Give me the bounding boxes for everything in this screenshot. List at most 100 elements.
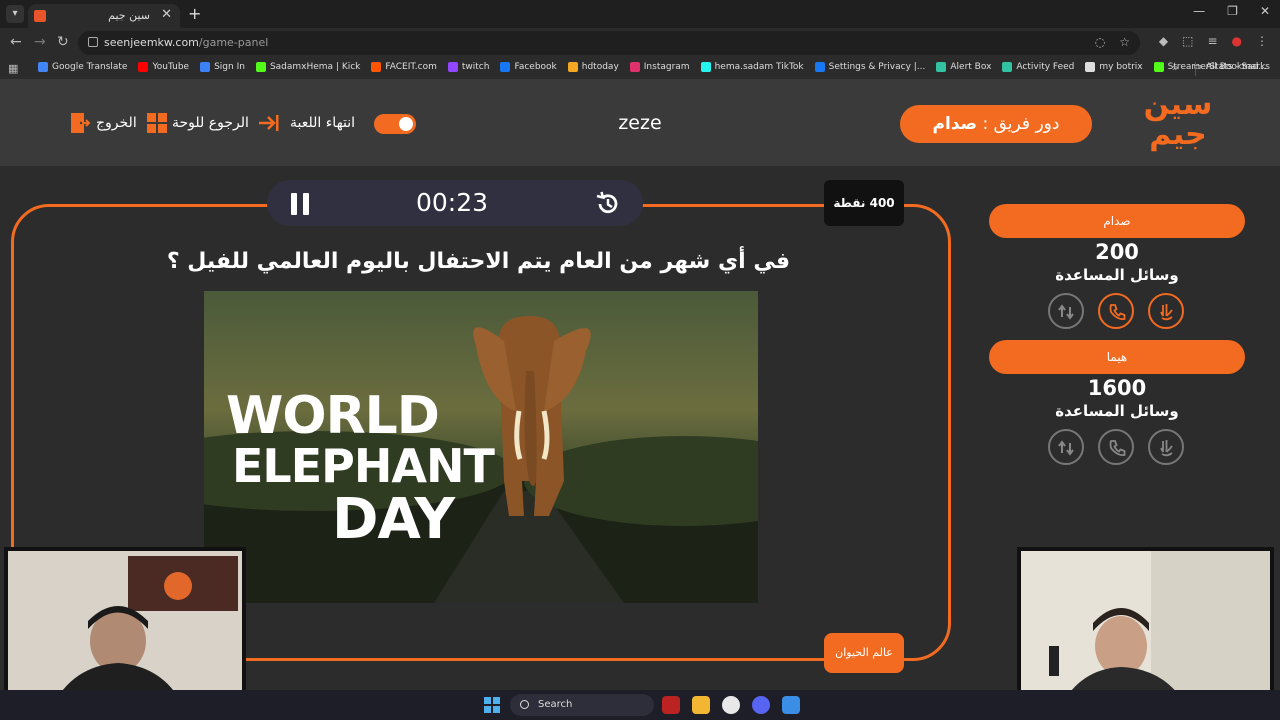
bookmark-label: my botrix — [1099, 62, 1143, 72]
bookmark-item[interactable]: Settings & Privacy |... — [814, 62, 925, 72]
new-tab-button[interactable]: + — [188, 4, 201, 23]
extensions-puzzle-icon[interactable]: ⬚ — [1182, 34, 1193, 48]
team-turn-pill: دور فريق : صدام — [900, 105, 1092, 143]
bookmark-item[interactable]: Sign In — [200, 62, 245, 72]
bookmark-label: Alert Box — [950, 62, 992, 72]
extensions-toolbar: ◆ ⬚ ≡ ● ⋮ — [1159, 34, 1268, 48]
bookmark-label: SadamxHema | Kick — [269, 62, 361, 72]
bookmark-list: Google Translate YouTube Sign In SadamxHema… — [38, 62, 1267, 72]
search-icon — [520, 700, 529, 709]
end-game-link[interactable]: انتهاء اللعبة — [290, 115, 355, 131]
site-favicon — [34, 10, 46, 22]
bookmark-label: FACEIT.com — [385, 62, 437, 72]
game-toggle-switch[interactable] — [374, 114, 416, 134]
webcam-left — [4, 547, 246, 712]
omnibox-actions: ◌ ☆ — [1095, 35, 1130, 49]
arrow-right-icon[interactable] — [257, 112, 279, 134]
url-text: seenjeemkw.com/game-panel — [104, 36, 268, 49]
bookmark-label: Facebook — [514, 62, 557, 72]
back-to-board-link[interactable]: الرجوع للوحة — [172, 115, 249, 131]
bookmark-label: Sign In — [214, 62, 245, 72]
bookmark-favicon-icon — [447, 62, 458, 72]
bookmark-item[interactable]: Facebook — [500, 62, 557, 72]
minimize-icon[interactable]: — — [1193, 4, 1205, 18]
tab-search-button[interactable]: ▾ — [6, 5, 24, 23]
discord-icon[interactable] — [752, 696, 770, 714]
switch-question-icon[interactable] — [1048, 429, 1084, 465]
back-arrow-icon[interactable]: ← — [10, 34, 22, 50]
all-bookmarks-button[interactable]: ▭ All Bookmarks — [1193, 62, 1270, 72]
bookmark-label: hdtoday — [581, 62, 619, 72]
maximize-icon[interactable]: ❐ — [1227, 4, 1238, 18]
taskbar-app-icon[interactable] — [662, 696, 680, 714]
webcam-left-feed — [8, 551, 242, 708]
exit-link[interactable]: الخروج — [96, 115, 137, 131]
taskbar-search[interactable]: Search — [510, 694, 654, 716]
switch-question-icon[interactable] — [1048, 293, 1084, 329]
bookmark-favicon-icon — [936, 62, 947, 72]
menu-kebab-icon[interactable]: ⋮ — [1256, 34, 1268, 48]
pause-icon[interactable] — [290, 193, 310, 215]
chrome-icon[interactable] — [722, 696, 740, 714]
forward-arrow-icon[interactable]: → — [34, 34, 46, 50]
team-1-aids-label: وسائل المساعدة — [1055, 266, 1179, 284]
bookmark-label: hema.sadam TikTok — [714, 62, 804, 72]
bookmark-item[interactable]: Alert Box — [936, 62, 991, 72]
address-bar-row: ← → ↻ seenjeemkw.com/game-panel ◌ ☆ ◆ ⬚ … — [0, 28, 1280, 58]
reload-icon[interactable]: ↻ — [57, 34, 69, 50]
bookmark-item[interactable]: twitch — [447, 62, 489, 72]
profile-avatar-icon[interactable]: ● — [1232, 34, 1242, 48]
timer-display: 00:23 — [416, 188, 489, 217]
bookmark-label: Google Translate — [52, 62, 128, 72]
eye-off-icon[interactable]: ◌ — [1095, 35, 1105, 49]
team-1-name: صدام — [989, 204, 1245, 238]
bookmark-favicon-icon — [371, 62, 382, 72]
team-2-score: 1600 — [1087, 376, 1147, 400]
bookmarks-overflow-button[interactable]: » — [1172, 61, 1179, 74]
bookmark-favicon-icon — [1153, 62, 1164, 72]
two-answers-icon[interactable] — [1148, 293, 1184, 329]
bookmark-item[interactable]: YouTube — [138, 62, 189, 72]
bookmark-item[interactable]: my botrix — [1085, 62, 1143, 72]
turn-prefix: دور فريق : — [982, 114, 1060, 134]
site-info-icon[interactable] — [88, 37, 98, 47]
reset-timer-icon[interactable] — [594, 190, 622, 218]
bookmark-label: Instagram — [643, 62, 690, 72]
windows-start-icon[interactable] — [484, 697, 500, 713]
extension-icon[interactable]: ◆ — [1159, 34, 1168, 48]
file-explorer-icon[interactable] — [692, 696, 710, 714]
question-text: في أي شهر من العام يتم الاحتفال باليوم ا… — [166, 249, 790, 274]
two-answers-icon[interactable] — [1148, 429, 1184, 465]
browser-tab[interactable]: سين جيم ✕ — [28, 4, 180, 28]
bookmark-item[interactable]: Activity Feed — [1002, 62, 1074, 72]
all-bookmarks-label: All Bookmarks — [1205, 62, 1270, 72]
grid-board-icon[interactable] — [146, 112, 168, 134]
bookmark-item[interactable]: hdtoday — [567, 62, 619, 72]
bookmark-favicon-icon — [255, 62, 266, 72]
image-word-3: DAY — [332, 487, 455, 552]
address-bar[interactable]: seenjeemkw.com/game-panel ◌ ☆ — [78, 31, 1140, 55]
seen-jeem-logo: سين جيم — [1143, 87, 1213, 152]
exit-door-icon[interactable] — [69, 112, 91, 134]
game-name: zeze — [618, 112, 662, 134]
url-domain: seenjeemkw.com — [104, 36, 199, 49]
taskbar-app-icon-2[interactable] — [782, 696, 800, 714]
image-word-2: ELEPHANT — [232, 439, 495, 493]
bookmark-item[interactable]: Google Translate — [38, 62, 127, 72]
phone-friend-icon[interactable] — [1098, 429, 1134, 465]
webcam-right — [1017, 547, 1274, 712]
bookmark-item[interactable]: Instagram — [629, 62, 690, 72]
bookmark-favicon-icon — [38, 62, 48, 72]
team-1-score: 200 — [1095, 240, 1139, 264]
apps-grid-icon[interactable]: ▦ — [8, 62, 18, 75]
bookmark-item[interactable]: hema.sadam TikTok — [700, 62, 804, 72]
phone-friend-icon[interactable] — [1098, 293, 1134, 329]
taskbar-search-label: Search — [538, 699, 573, 710]
close-window-icon[interactable]: ✕ — [1260, 4, 1270, 18]
bookmark-item[interactable]: SadamxHema | Kick — [255, 62, 361, 72]
bookmark-favicon-icon — [700, 62, 711, 72]
tab-close-icon[interactable]: ✕ — [161, 7, 172, 22]
bookmark-item[interactable]: FACEIT.com — [371, 62, 437, 72]
bookmark-star-icon[interactable]: ☆ — [1119, 35, 1130, 49]
media-control-icon[interactable]: ≡ — [1207, 34, 1217, 48]
